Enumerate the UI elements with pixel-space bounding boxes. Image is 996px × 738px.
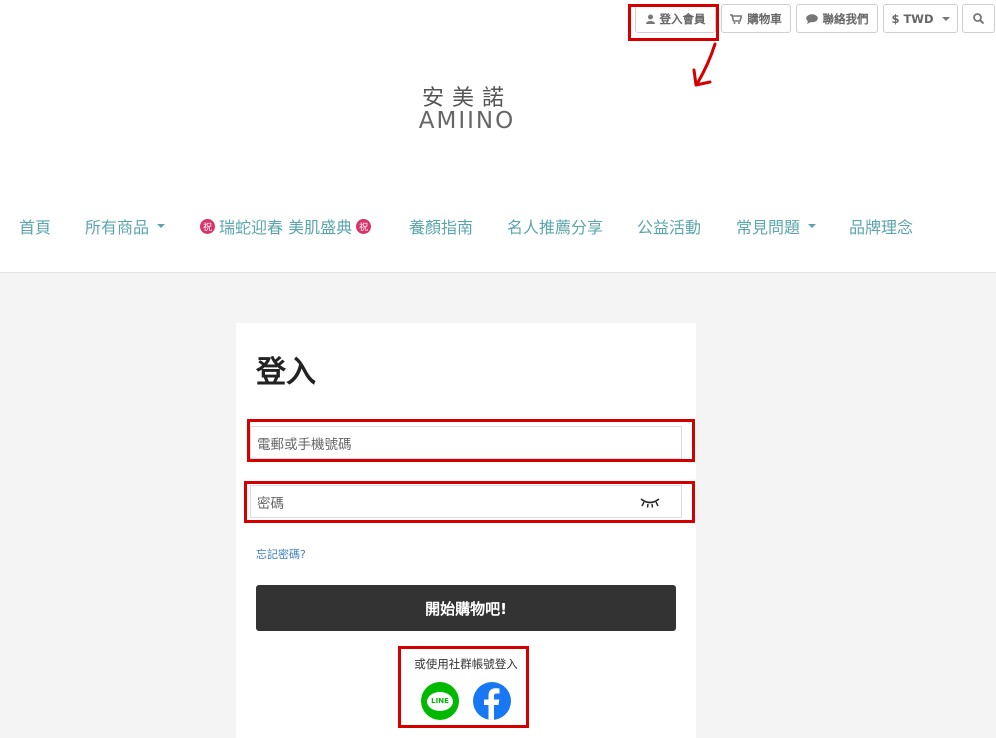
eye-closed-icon[interactable] — [639, 496, 661, 508]
contact-us-label: 聯絡我們 — [822, 11, 869, 26]
search-icon — [973, 13, 984, 24]
password-field[interactable]: 密碼 — [250, 485, 682, 518]
nav-item-celebrity-share[interactable]: 名人推薦分享 — [507, 214, 603, 238]
social-login-label: 或使用社群帳號登入 — [414, 657, 518, 671]
forgot-password-link[interactable]: 忘記密碼? — [256, 546, 306, 562]
nav-item-label: 品牌理念 — [849, 218, 914, 237]
email-field[interactable]: 電郵或手機號碼 — [250, 426, 682, 459]
facebook-icon — [484, 688, 500, 720]
nav-item-label: 公益活動 — [637, 218, 702, 237]
currency-dropdown[interactable]: $ TWD — [883, 4, 958, 33]
cart-label: 購物車 — [747, 11, 782, 26]
nav-item-label: 瑞蛇迎春 美肌盛典 — [219, 218, 353, 237]
line-icon-text: LINE — [431, 697, 449, 705]
login-title: 登入 — [256, 355, 316, 390]
chevron-down-icon — [808, 224, 817, 228]
nav-item-label: 所有商品 — [85, 218, 150, 237]
cart-button[interactable]: 購物車 — [721, 4, 791, 33]
line-login-button[interactable]: LINE — [421, 682, 459, 720]
email-placeholder: 電郵或手機號碼 — [257, 436, 352, 453]
chevron-down-icon — [941, 16, 950, 21]
nav-item-all-products[interactable]: 所有商品 — [85, 214, 166, 238]
site-header: 登入會員 購物車 聯絡我們 $ TWD 安美諾 AMIINO 首頁 所有商品 祝… — [0, 0, 996, 273]
celebrate-badge-icon: 祝 — [200, 218, 215, 234]
currency-label: $ TWD — [891, 11, 934, 26]
chevron-down-icon — [157, 224, 166, 228]
nav-item-label: 養顏指南 — [409, 218, 474, 237]
facebook-login-button[interactable] — [473, 682, 511, 720]
login-member-label: 登入會員 — [659, 11, 706, 26]
contact-us-button[interactable]: 聯絡我們 — [796, 4, 878, 33]
nav-item-beauty-guide[interactable]: 養顏指南 — [409, 214, 473, 238]
line-icon: LINE — [427, 691, 453, 711]
user-icon — [645, 14, 655, 24]
nav-item-label: 首頁 — [19, 218, 52, 237]
nav-item-brand-concept[interactable]: 品牌理念 — [849, 214, 913, 238]
nav-item-label: 常見問題 — [736, 218, 801, 237]
nav-item-spring-promo[interactable]: 祝 瑞蛇迎春 美肌盛典 祝 — [200, 214, 372, 238]
login-card: 登入 電郵或手機號碼 密碼 忘記密碼? 開始購物吧! 或使用社群帳號登入 LIN… — [236, 323, 696, 738]
cart-icon — [730, 13, 743, 24]
celebrate-badge-icon: 祝 — [356, 218, 372, 234]
logo-english[interactable]: AMIINO — [0, 108, 934, 134]
login-member-button[interactable]: 登入會員 — [635, 4, 716, 33]
chat-bubble-icon — [805, 13, 818, 24]
search-button[interactable] — [962, 4, 995, 33]
nav-item-label: 名人推薦分享 — [507, 218, 604, 237]
password-placeholder: 密碼 — [257, 495, 284, 512]
nav-item-home[interactable]: 首頁 — [19, 214, 51, 238]
nav-item-charity[interactable]: 公益活動 — [637, 214, 701, 238]
start-shopping-button[interactable]: 開始購物吧! — [256, 585, 676, 631]
nav-item-faq[interactable]: 常見問題 — [736, 214, 817, 238]
